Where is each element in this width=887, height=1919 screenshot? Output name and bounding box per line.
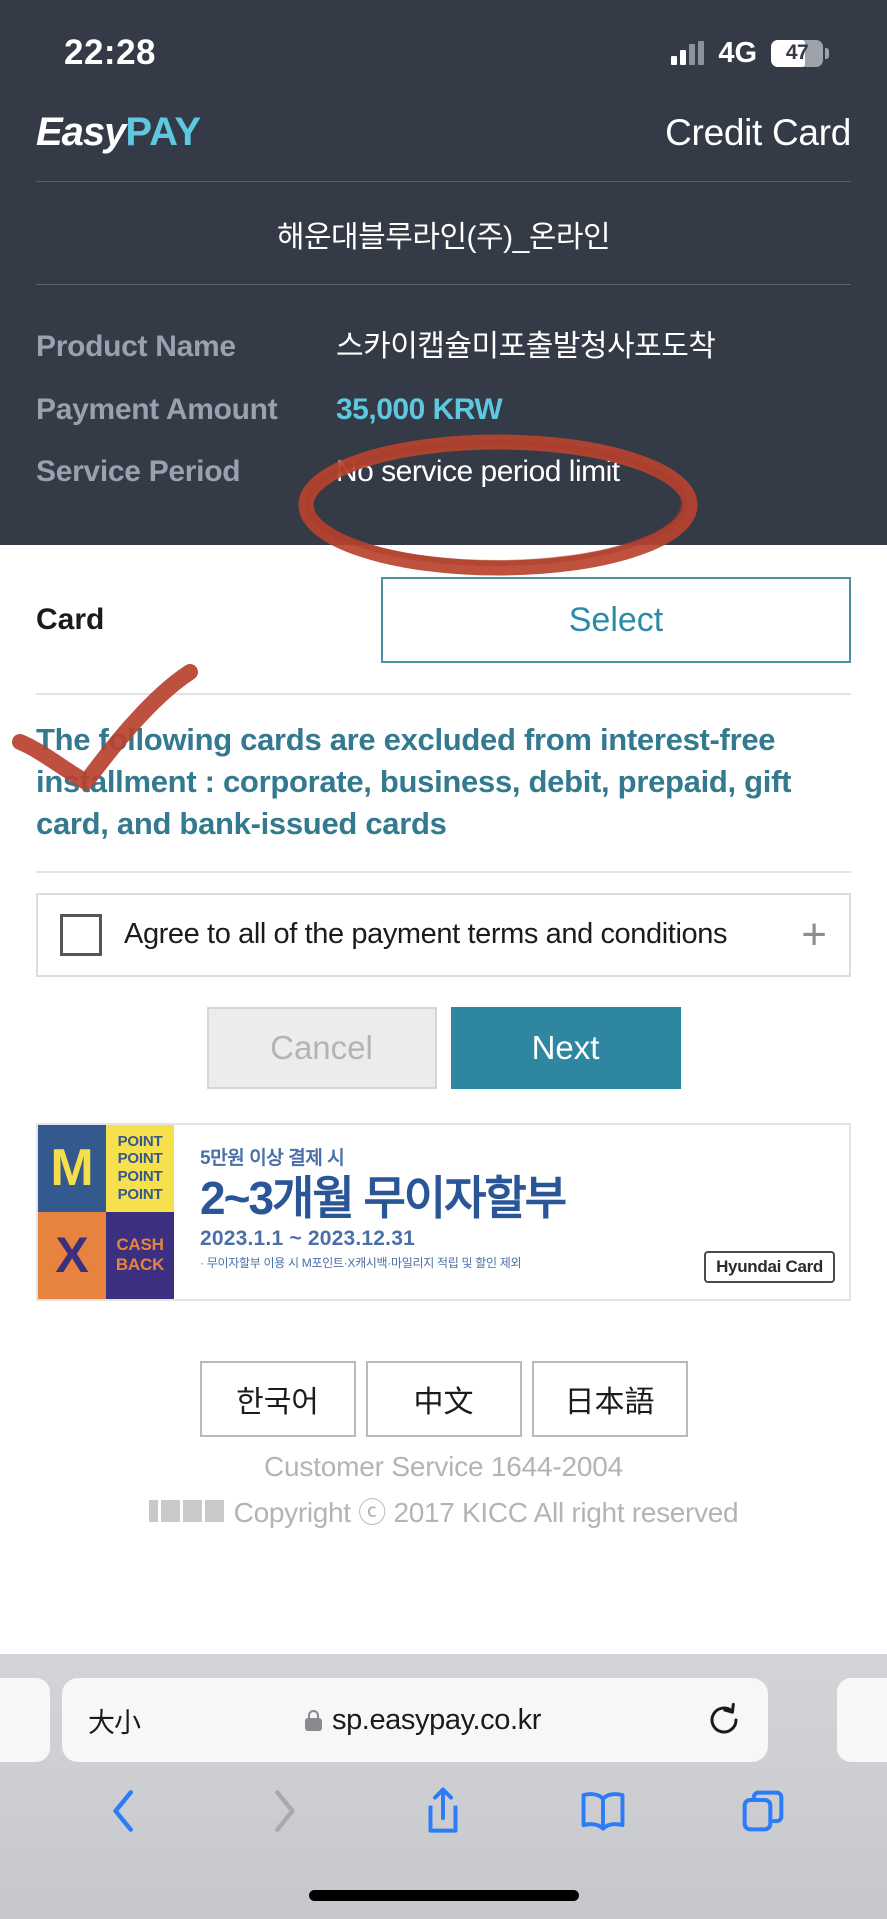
plus-icon[interactable]: + (801, 912, 827, 957)
promotion-banner[interactable]: M POINT POINT POINT POINT X CASH BACK 5만원 이상… (36, 1122, 851, 1301)
text-size-button[interactable]: 大小 (88, 1701, 141, 1740)
lang-button-korean[interactable]: 한국어 (199, 1360, 356, 1437)
table-row: Product Name 스카이캡슐미포출발청사포도착 (36, 315, 851, 387)
battery-percent: 47 (785, 41, 809, 64)
page-title: Credit Card (665, 111, 851, 153)
home-indicator (308, 1890, 579, 1901)
share-icon[interactable] (416, 1784, 470, 1838)
logo-pay-text: PAY (125, 110, 202, 154)
kicc-logo (148, 1499, 224, 1522)
promo-date-range: 2023.1.1 ~ 2023.12.31 (200, 1227, 415, 1251)
battery-icon: 47 (771, 39, 823, 67)
copyright-row: Copyright ⓒ 2017 KICC All right reserved (36, 1483, 851, 1531)
info-value-amount: 35,000 KRW (336, 393, 503, 426)
info-value: No service period limit (336, 455, 620, 488)
brand-row: EasyPAY Credit Card (36, 88, 851, 181)
table-row: Payment Amount 35,000 KRW (36, 387, 851, 449)
card-label: Card (36, 603, 105, 636)
lang-button-japanese[interactable]: 日本語 (531, 1360, 688, 1437)
address-bar[interactable]: 大小 sp.easypay.co.kr (62, 1678, 768, 1762)
agree-all-checkbox[interactable] (60, 913, 102, 956)
back-button[interactable] (97, 1784, 151, 1838)
status-time: 22:28 (64, 33, 157, 72)
phone-screen: 22:28 4G 47 EasyPAY Credit Card 해운대블루라인(… (0, 0, 887, 1919)
status-bar: 22:28 4G 47 (0, 0, 887, 88)
logo-quadrant-cashback: CASH BACK (106, 1211, 174, 1299)
lang-button-chinese[interactable]: 中文 (365, 1360, 522, 1437)
url-display[interactable]: sp.easypay.co.kr (140, 1704, 706, 1737)
browser-toolbar (0, 1762, 887, 1838)
action-buttons: Cancel Next (36, 977, 851, 1123)
agreement-row[interactable]: Agree to all of the payment terms and co… (36, 892, 851, 977)
network-type-label: 4G (718, 36, 757, 69)
easypay-logo: EasyPAY (36, 110, 201, 155)
url-text: sp.easypay.co.kr (331, 1703, 542, 1736)
cellular-signal-icon (671, 41, 705, 65)
safari-browser-chrome: 大小 sp.easypay.co.kr (0, 1654, 887, 1919)
customer-service-text: Customer Service 1644-2004 (264, 1450, 623, 1482)
tab-peek-left[interactable] (0, 1678, 50, 1762)
hyundai-card-badge: Hyundai Card (704, 1250, 835, 1283)
merchant-name: 해운대블루라인(주)_온라인 (276, 221, 611, 254)
logo-quadrant-m: M (38, 1124, 106, 1212)
table-row: Service Period No service period limit (36, 449, 851, 511)
tab-peek-right[interactable] (837, 1678, 887, 1762)
payment-summary-panel: EasyPAY Credit Card 해운대블루라인(주)_온라인 Produ… (0, 88, 887, 545)
info-value: 스카이캡슐미포출발청사포도착 (336, 330, 716, 363)
payment-form: Card Select The following cards are excl… (0, 545, 887, 1531)
card-select-row: Card Select (36, 545, 851, 693)
installment-exclusion-notice: The following cards are excluded from in… (36, 722, 792, 841)
copyright-text: Copyright ⓒ 2017 KICC All right reserved (233, 1496, 739, 1528)
logo-easy-text: Easy (36, 110, 126, 154)
promo-headline: 2~3개월 무이자할부 (200, 1171, 567, 1224)
promo-kicker: 5만원 이상 결제 시 (200, 1147, 345, 1169)
language-switcher: 한국어 中文 日本語 (36, 1301, 851, 1437)
mx-logo: M POINT POINT POINT POINT X CASH BACK (38, 1124, 174, 1299)
forward-button[interactable] (257, 1784, 311, 1838)
agreement-label: Agree to all of the payment terms and co… (124, 918, 728, 951)
lock-icon (304, 1709, 322, 1731)
status-indicators: 4G 47 (671, 37, 829, 70)
divider (36, 870, 851, 873)
logo-quadrant-point: POINT POINT POINT POINT (106, 1124, 174, 1212)
promo-body: 5만원 이상 결제 시 2~3개월 무이자할부 2023.1.1 ~ 2023.… (174, 1124, 849, 1299)
tabs-icon[interactable] (736, 1784, 790, 1838)
reload-icon[interactable] (706, 1700, 742, 1740)
cancel-button[interactable]: Cancel (206, 1006, 437, 1089)
bookmarks-icon[interactable] (576, 1784, 630, 1838)
url-bar-row: 大小 sp.easypay.co.kr (0, 1654, 887, 1762)
info-label: Service Period (36, 455, 241, 488)
card-select-button[interactable]: Select (381, 577, 851, 663)
logo-quadrant-x: X (38, 1211, 106, 1299)
info-label: Payment Amount (36, 393, 278, 426)
payment-info-table: Product Name 스카이캡슐미포출발청사포도착 Payment Amou… (36, 285, 851, 511)
next-button[interactable]: Next (450, 1006, 681, 1089)
info-label: Product Name (36, 330, 236, 363)
